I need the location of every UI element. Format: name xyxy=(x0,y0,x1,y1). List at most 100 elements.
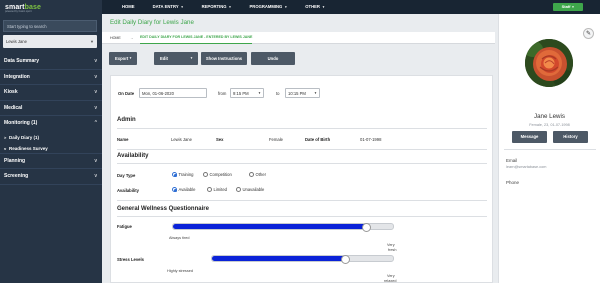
caret-down-icon: ▼ xyxy=(228,5,232,9)
caret-down-icon: ▼ xyxy=(571,5,575,9)
logo[interactable]: smartbase powered by fusion sport xyxy=(5,4,41,13)
on-date-label: On Date xyxy=(118,91,135,96)
profile-panel: ✎ Jane Lewis Female, 23, 01-07-1998 Mess… xyxy=(498,14,600,283)
chevron-down-icon: v xyxy=(4,145,7,151)
sidebar-item-kiosk[interactable]: Kiosk v xyxy=(0,85,102,101)
radio-other[interactable]: Other xyxy=(249,172,266,177)
sex-label: Sex xyxy=(216,137,224,142)
radio-selected-icon xyxy=(172,172,177,177)
chevron-down-icon: v xyxy=(94,58,98,64)
from-label: from xyxy=(218,91,227,96)
radio-limited[interactable]: Limited xyxy=(207,187,227,192)
sidebar-nav: Data Summary v Integration v Kiosk v Medica… xyxy=(0,54,102,185)
slider-fill xyxy=(173,224,367,229)
undo-button[interactable]: Undo xyxy=(251,52,295,65)
profile-name: Jane Lewis xyxy=(534,113,565,120)
chevron-right-icon: > xyxy=(4,134,7,140)
radio-unselected-icon xyxy=(207,187,212,192)
fatigue-min-label: Always tired xyxy=(169,236,190,240)
user-select-value: Lewis Jane xyxy=(6,39,27,44)
email-value[interactable]: learn@smartabase.com xyxy=(506,165,546,169)
name-value: Lewis Jane xyxy=(171,137,192,142)
chevron-down-icon: ▼ xyxy=(90,39,94,44)
phone-label: Phone xyxy=(506,180,520,185)
chevron-down-icon: v xyxy=(94,157,98,164)
sex-value: Female xyxy=(269,137,283,142)
caret-down-icon: ▼ xyxy=(180,5,184,9)
name-label: Name xyxy=(117,137,129,142)
fatigue-slider[interactable] xyxy=(172,222,394,232)
slider-thumb[interactable] xyxy=(362,222,372,232)
divider xyxy=(117,216,487,217)
breadcrumb: HOME → EDIT DAILY DIARY FOR LEWIS JANE -… xyxy=(102,32,495,44)
sidebar-item-planning[interactable]: Planning v xyxy=(0,154,102,169)
radio-competition[interactable]: Competition xyxy=(203,172,232,177)
sidebar-item-medical[interactable]: Medical v xyxy=(0,101,102,116)
pencil-icon[interactable]: ✎ xyxy=(583,28,594,39)
export-button[interactable]: Export ▼ xyxy=(109,52,137,65)
caret-down-icon: ▼ xyxy=(314,91,317,95)
form-panel: On Date Mon, 01-06-2020 from 9:15 PM ▼ to… xyxy=(110,75,493,283)
caret-down-icon: ▼ xyxy=(321,5,325,9)
topnav-programming[interactable]: PROGRAMMING ▼ xyxy=(250,0,288,14)
user-select[interactable]: Lewis Jane ▼ xyxy=(3,35,97,48)
admin-section-title: Admin xyxy=(117,117,136,123)
breadcrumb-current: EDIT DAILY DIARY FOR LEWIS JANE - ENTERE… xyxy=(140,32,253,44)
top-nav: HOME DATA ENTRY ▼ REPORTING ▼ PROGRAMMING ▼… xyxy=(122,0,343,14)
slider-fill xyxy=(212,256,346,261)
stress-max-label: Very xyxy=(387,274,395,278)
slider-thumb[interactable] xyxy=(341,254,351,264)
caret-down-icon: ▼ xyxy=(190,56,193,60)
date-field[interactable]: Mon, 01-06-2020 xyxy=(139,88,207,98)
staff-button[interactable]: Staff▼ xyxy=(553,3,583,11)
stress-slider[interactable] xyxy=(211,254,394,264)
sidebar-subitem-daily-diary[interactable]: > Daily Diary (1) xyxy=(0,132,102,143)
message-button[interactable]: Message xyxy=(512,131,547,143)
topnav-other[interactable]: OTHER ▼ xyxy=(305,0,325,14)
stress-max-label-2: relaxed xyxy=(384,279,397,283)
sidebar-item-screening[interactable]: Screening v xyxy=(0,169,102,185)
show-instructions-button[interactable]: Show Instructions xyxy=(201,52,247,65)
topnav-data-entry[interactable]: DATA ENTRY ▼ xyxy=(153,0,184,14)
availability-section-title: Availability xyxy=(117,153,149,159)
from-time-select[interactable]: 9:15 PM ▼ xyxy=(230,88,264,98)
email-label: Email xyxy=(506,158,518,163)
radio-unselected-icon xyxy=(203,172,208,177)
sidebar-item-monitoring[interactable]: Monitoring (1) ^ xyxy=(0,116,102,132)
radio-available[interactable]: Available xyxy=(172,187,195,192)
divider xyxy=(117,163,487,164)
topnav-reporting[interactable]: REPORTING ▼ xyxy=(202,0,232,14)
sidebar-item-data-summary[interactable]: Data Summary v xyxy=(0,54,102,70)
page-title: Edit Daily Diary for Lewis Jane xyxy=(110,19,194,26)
sidebar-subitem-readiness-survey[interactable]: v Readiness Survey xyxy=(0,143,102,154)
topnav-home[interactable]: HOME xyxy=(122,0,135,14)
history-button[interactable]: History xyxy=(553,131,588,143)
to-time-select[interactable]: 10:15 PM ▼ xyxy=(285,88,320,98)
avatar xyxy=(525,39,573,87)
chevron-down-icon: v xyxy=(94,173,98,179)
divider xyxy=(117,200,487,201)
dob-label: Date of Birth xyxy=(305,137,331,142)
chevron-up-icon: ^ xyxy=(94,120,97,126)
caret-down-icon: ▼ xyxy=(258,91,261,95)
sidebar-item-integration[interactable]: Integration v xyxy=(0,70,102,85)
to-label: to xyxy=(276,91,280,96)
availability-label: Availability xyxy=(117,188,139,193)
radio-unavailable[interactable]: Unavailable xyxy=(236,187,264,192)
caret-down-icon: ▼ xyxy=(129,56,132,60)
radio-training[interactable]: Training xyxy=(172,172,193,177)
breadcrumb-home[interactable]: HOME xyxy=(110,32,121,44)
divider xyxy=(504,149,596,150)
day-type-label: Day Type xyxy=(117,173,136,178)
profile-info: Female, 23, 01-07-1998 xyxy=(529,123,570,127)
caret-down-icon: ▼ xyxy=(284,5,288,9)
fatigue-label: Fatigue xyxy=(117,224,132,229)
divider xyxy=(117,128,487,129)
edit-button[interactable]: Edit ▼ xyxy=(154,52,198,65)
stress-min-label: Highly stressed xyxy=(167,269,193,273)
chevron-down-icon: v xyxy=(94,89,98,95)
search-input[interactable]: Start typing to search xyxy=(3,20,97,32)
chevron-down-icon: v xyxy=(94,104,98,111)
top-bar: HOME DATA ENTRY ▼ REPORTING ▼ PROGRAMMING ▼… xyxy=(102,0,600,14)
wellness-section-title: General Wellness Questionnaire xyxy=(117,206,209,212)
